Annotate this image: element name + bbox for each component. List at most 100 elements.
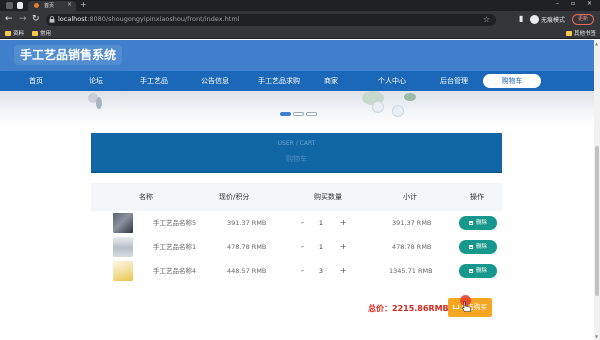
banner-decoration (96, 97, 102, 109)
trash-icon (468, 220, 473, 225)
bookmark-item[interactable]: 资料 (5, 29, 24, 37)
product-price: 391.37 RMB (227, 219, 267, 227)
product-thumbnail[interactable] (113, 237, 133, 257)
section-title-en: USER / CART (277, 140, 316, 147)
tab-title: 首页 (44, 3, 55, 9)
delete-button[interactable]: 删除 (459, 264, 497, 278)
carousel-dot[interactable] (280, 112, 291, 116)
scrollbar-thumb[interactable] (595, 146, 599, 296)
delete-button[interactable]: 删除 (459, 240, 497, 254)
url-host: localhost (58, 15, 88, 23)
scroll-up-icon[interactable]: ▲ (595, 41, 598, 46)
col-subtotal: 小计 (403, 193, 417, 201)
url-text: localhost:8080/shougongyipinxiaoshou/fro… (58, 15, 239, 23)
product-price: 448.57 RMB (227, 267, 267, 275)
delete-label: 删除 (475, 268, 487, 274)
maximize-icon[interactable]: ▫ (571, 0, 575, 7)
table-row: 手工艺品名称5 391.37 RMB - 1 + 391.37 RMB 删除 (91, 211, 502, 235)
nav-cart[interactable]: 购物车 (483, 74, 541, 88)
col-price: 现价/积分 (219, 193, 250, 201)
sidebar-icon[interactable]: ▮ (519, 15, 523, 23)
product-name[interactable]: 手工艺品名称5 (153, 211, 196, 235)
address-bar[interactable]: localhost:8080/shougongyipinxiaoshou/fro… (46, 14, 496, 26)
folder-icon (566, 31, 572, 36)
product-name[interactable]: 手工艺品名称1 (153, 235, 196, 259)
cart-table-header: 名称 现价/积分 购买数量 小计 操作 (91, 183, 502, 211)
table-row: 手工艺品名称4 448.57 RMB - 3 + 1345.71 RMB 删除 (91, 259, 502, 283)
delete-button[interactable]: 删除 (459, 216, 497, 230)
minimize-icon[interactable]: – (556, 0, 559, 7)
product-price: 478.78 RMB (227, 243, 267, 251)
table-row: 手工艺品名称1 478.78 RMB - 1 + 478.78 RMB 删除 (91, 235, 502, 259)
url-path: :8080/shougongyipinxiaoshou/front/index.… (87, 15, 240, 23)
row-subtotal: 391.37 RMB (392, 219, 432, 227)
back-icon[interactable]: ← (5, 14, 13, 24)
main-nav: 首页 论坛 手工艺品 公告信息 手工艺品求购 商家 个人中心 后台管理 购物车 (0, 71, 594, 91)
forward-icon[interactable]: → (19, 14, 27, 24)
incognito-icon[interactable] (530, 15, 539, 24)
nav-crafts[interactable]: 手工艺品 (132, 71, 176, 91)
new-tab-icon[interactable]: + (80, 0, 87, 9)
product-thumbnail[interactable] (113, 261, 133, 281)
trash-icon (468, 244, 473, 249)
cursor-icon (462, 301, 471, 312)
cart-total: 总价：2215.86RMB (368, 303, 449, 314)
nav-forum[interactable]: 论坛 (76, 71, 116, 91)
qty-increase-button[interactable]: + (340, 259, 347, 283)
bookmarks-bar: 资料 常用 其他书签 (0, 28, 600, 39)
section-title-box: USER / CART 购物车 (91, 133, 502, 173)
qty-input[interactable]: 3 (310, 264, 332, 278)
trash-icon (468, 268, 473, 273)
qty-increase-button[interactable]: + (340, 211, 347, 235)
favicon-icon (34, 3, 39, 8)
delete-label: 删除 (475, 220, 487, 226)
browser-tab[interactable]: 首页 × (28, 1, 76, 11)
total-value: 2215.86RMB (392, 304, 449, 313)
col-qty: 购买数量 (314, 193, 342, 201)
row-subtotal: 1345.71 RMB (389, 267, 433, 275)
incognito-label: 无痕模式 (541, 17, 566, 24)
qty-increase-button[interactable]: + (340, 235, 347, 259)
delete-label: 删除 (475, 244, 487, 250)
update-button[interactable]: 更新 (572, 14, 594, 25)
site-title[interactable]: 手工艺品销售系统 (14, 45, 123, 65)
tab-search-icon[interactable] (6, 2, 13, 9)
total-label: 总价： (368, 304, 392, 313)
qty-decrease-button[interactable]: - (301, 259, 304, 283)
qty-decrease-button[interactable]: - (301, 235, 304, 259)
nav-profile[interactable]: 个人中心 (370, 71, 414, 91)
lock-icon[interactable] (49, 16, 55, 23)
nav-home[interactable]: 首页 (16, 71, 56, 91)
banner-decoration (404, 93, 416, 101)
nav-merchants[interactable]: 商家 (316, 71, 346, 91)
scroll-down-icon[interactable]: ▼ (595, 334, 598, 339)
tab-close-icon[interactable]: × (67, 1, 72, 8)
window-icon[interactable] (17, 2, 23, 9)
nav-wanted[interactable]: 手工艺品求购 (249, 71, 309, 91)
page-viewport: 手工艺品销售系统 首页 论坛 手工艺品 公告信息 手工艺品求购 商家 个人中心 … (0, 40, 594, 340)
product-name[interactable]: 手工艺品名称4 (153, 259, 196, 283)
star-icon[interactable]: ☆ (483, 15, 490, 24)
product-thumbnail[interactable] (113, 213, 133, 233)
nav-admin[interactable]: 后台管理 (432, 71, 476, 91)
reload-icon[interactable]: ↻ (32, 14, 40, 24)
bookmark-label: 常用 (40, 31, 52, 37)
qty-input[interactable]: 1 (310, 216, 332, 230)
banner-carousel[interactable] (0, 91, 594, 126)
bookmark-item[interactable]: 常用 (32, 29, 51, 37)
banner-decoration (372, 101, 384, 113)
bookmark-label: 其他书签 (574, 31, 597, 37)
qty-input[interactable]: 1 (310, 240, 332, 254)
col-actions: 操作 (470, 193, 484, 201)
carousel-dot[interactable] (306, 112, 317, 116)
nav-notices[interactable]: 公告信息 (193, 71, 237, 91)
col-name: 名称 (139, 193, 153, 201)
bookmark-other[interactable]: 其他书签 (566, 29, 596, 37)
page-scrollbar[interactable]: ▲ ▼ (594, 40, 600, 340)
carousel-dot[interactable] (293, 112, 304, 116)
cart-icon (453, 305, 459, 309)
window-close-icon[interactable]: × (587, 0, 592, 7)
qty-decrease-button[interactable]: - (301, 211, 304, 235)
bookmark-label: 资料 (13, 31, 25, 37)
folder-icon (5, 31, 11, 36)
